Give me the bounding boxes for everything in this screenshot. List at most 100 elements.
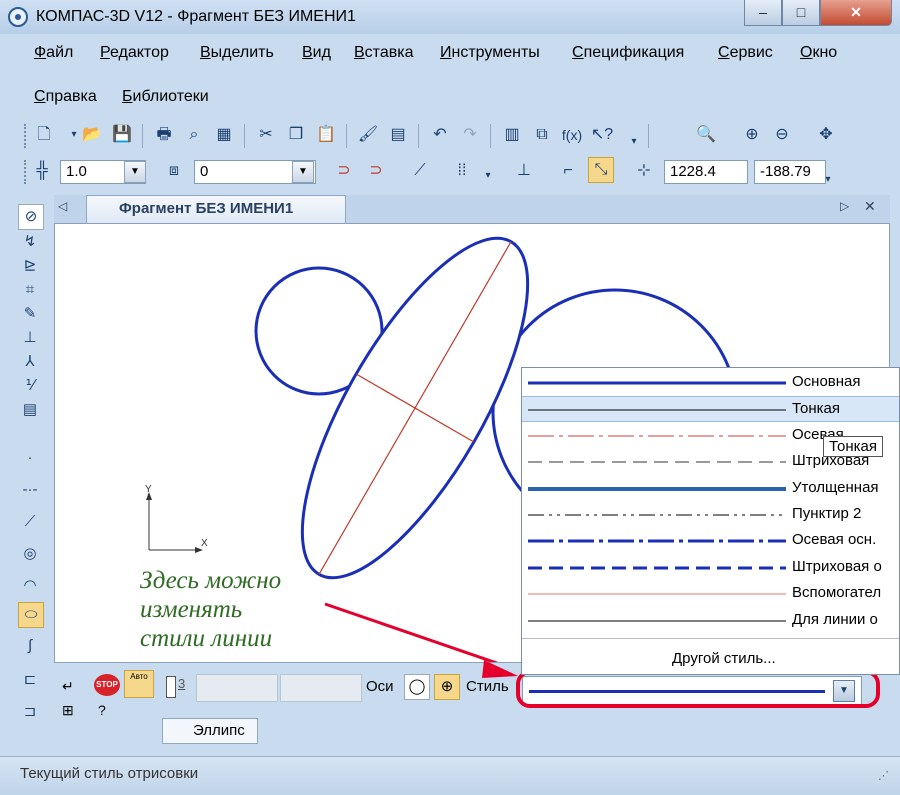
ortho-icon[interactable]: ⟋ xyxy=(408,159,432,183)
arc-tool-icon[interactable]: ◠ xyxy=(18,574,42,598)
help-pointer-icon[interactable]: ↖? xyxy=(590,123,614,147)
document-manager-icon[interactable]: ▦ xyxy=(212,123,236,147)
menu-window[interactable]: Окно xyxy=(800,44,837,62)
dimensions-panel-icon[interactable]: ↯ xyxy=(18,230,42,254)
cursor-step-icon[interactable]: ╬ xyxy=(30,159,54,183)
zoom-out-icon[interactable]: ⊖ xyxy=(770,123,794,147)
tab-fragment[interactable]: Фрагмент БЕЗ ИМЕНИ1 xyxy=(86,195,346,223)
menu-specification[interactable]: Спецификация xyxy=(572,44,684,62)
measure-panel-icon[interactable]: ⊥ xyxy=(18,326,42,350)
function-icon[interactable]: f(x) xyxy=(560,123,584,147)
grid-dropdown-icon[interactable]: ▾ xyxy=(476,164,500,188)
coord-x-field[interactable]: 1228.4 xyxy=(664,160,748,184)
save-icon[interactable]: 💾 xyxy=(110,123,134,147)
print-icon[interactable]: 🖶 xyxy=(152,123,176,147)
local-snap-icon[interactable]: ⊃ xyxy=(364,159,388,183)
toolbar-grip[interactable] xyxy=(24,124,29,148)
spline-tool-icon[interactable]: ∫ xyxy=(18,634,42,658)
menu-service[interactable]: Сервис xyxy=(718,44,773,62)
ellipse-tool-icon[interactable]: ⬭ xyxy=(18,602,44,628)
resize-grip-icon[interactable]: ⋰ xyxy=(878,769,889,782)
editing-panel-icon[interactable]: ⌗ xyxy=(18,278,42,302)
coordinate-origin xyxy=(146,492,203,553)
style-option[interactable]: Вспомогател xyxy=(522,581,899,607)
layers-icon[interactable]: ⧈ xyxy=(162,159,186,183)
paste-icon[interactable]: 📋 xyxy=(314,123,338,147)
library-icon[interactable]: ▤ xyxy=(386,123,410,147)
geometry-panel-icon[interactable]: ⊘ xyxy=(18,204,44,230)
dropdown-divider xyxy=(522,638,899,639)
style-option[interactable]: Осевая осн. xyxy=(522,528,899,554)
toolbar-grip[interactable] xyxy=(24,160,29,184)
print-preview-icon[interactable]: ⌕ xyxy=(182,123,206,147)
maximize-button[interactable]: □ xyxy=(782,0,820,26)
center-x-field[interactable] xyxy=(196,674,278,702)
manager-icon[interactable]: ▥ xyxy=(500,123,524,147)
new-document-icon[interactable]: 🗋 xyxy=(32,123,56,147)
tab-close-icon[interactable]: ✕ xyxy=(864,198,876,215)
auxiliary-line-icon[interactable]: -·- xyxy=(18,478,42,502)
style-option[interactable]: Пунктир 2 xyxy=(522,502,899,528)
properties-brush-icon[interactable]: 🖌 xyxy=(356,123,380,147)
axes-on-icon[interactable]: ⊕ xyxy=(434,674,460,700)
menu-file[interactable]: Файл xyxy=(34,44,73,62)
style-option[interactable]: Для линии о xyxy=(522,608,899,634)
designations-panel-icon[interactable]: ⊵ xyxy=(18,254,42,278)
axis-x-label: X xyxy=(201,538,208,549)
kompas-app-icon[interactable] xyxy=(8,7,28,27)
style-option[interactable]: Утолщенная xyxy=(522,476,899,502)
redo-icon[interactable]: ↷ xyxy=(458,123,482,147)
local-cs-icon[interactable]: ⊥ xyxy=(512,159,536,183)
point-tool-icon[interactable]: · xyxy=(18,446,42,470)
menu-view[interactable]: Вид xyxy=(302,44,331,62)
coordinates-icon[interactable]: ⊹ xyxy=(632,159,656,183)
help-icon[interactable]: ? xyxy=(98,702,106,718)
menu-insert[interactable]: Вставка xyxy=(354,44,413,62)
round-icon[interactable]: ⤡ xyxy=(588,157,614,183)
close-button[interactable]: ✕ xyxy=(820,0,892,26)
selection-panel-icon[interactable]: ⅄ xyxy=(18,350,42,374)
minimize-button[interactable]: – xyxy=(744,0,782,26)
circle-tool-icon[interactable]: ◎ xyxy=(18,542,42,566)
other-style-option[interactable]: Другой стиль... xyxy=(672,650,776,667)
style-option[interactable]: Штриховая о xyxy=(522,555,899,581)
menu-libraries[interactable]: Библиотеки xyxy=(122,88,209,106)
variables-icon[interactable]: ⧉ xyxy=(530,123,554,147)
segment-tool-icon[interactable]: ⟋ xyxy=(18,510,42,534)
pin-icon[interactable]: ↵ xyxy=(62,678,74,695)
grid-view-icon[interactable]: ⊞ xyxy=(62,702,74,719)
style-option[interactable]: Основная xyxy=(522,370,899,396)
snap-magnet-icon[interactable]: ⊃ xyxy=(332,159,356,183)
menu-select[interactable]: Выделить xyxy=(200,44,274,62)
tab-scroll-right-icon[interactable]: ▷ xyxy=(840,199,849,213)
contour-tool-icon[interactable]: ⊐ xyxy=(18,700,42,724)
parametrization-panel-icon[interactable]: ✎ xyxy=(18,302,42,326)
center-y-field[interactable] xyxy=(280,674,362,702)
polyline-tool-icon[interactable]: ⊏ xyxy=(18,668,42,692)
open-folder-icon[interactable]: 📂 xyxy=(80,123,104,147)
pan-icon[interactable]: ✥ xyxy=(814,123,838,147)
menu-tools[interactable]: Инструменты xyxy=(440,44,540,62)
toolbar-more-icon[interactable]: ▾ xyxy=(622,130,646,154)
menu-help[interactable]: Справка xyxy=(34,88,97,106)
style-option[interactable]: Тонкая xyxy=(522,396,899,423)
step-dropdown-button[interactable]: ▼ xyxy=(124,161,146,183)
undo-icon[interactable]: ↶ xyxy=(428,123,452,147)
menu-edit[interactable]: Редактор xyxy=(100,44,169,62)
step-mode-icon[interactable]: ⌐ xyxy=(556,159,580,183)
layer-dropdown-button[interactable]: ▼ xyxy=(292,161,314,183)
axes-off-icon[interactable]: ◯ xyxy=(404,674,430,700)
zoom-in-icon[interactable]: ⊕ xyxy=(740,123,764,147)
point-marker-icon[interactable] xyxy=(166,676,176,698)
tab-ellipse[interactable]: Эллипс xyxy=(162,718,258,744)
cut-icon[interactable]: ✂ xyxy=(254,123,278,147)
toolbar-more-icon[interactable]: ▾ xyxy=(816,168,840,192)
associative-view-icon[interactable]: ⅟ xyxy=(18,374,42,398)
zoom-window-icon[interactable]: 🔍 xyxy=(694,123,718,147)
stop-icon[interactable]: STOP xyxy=(94,674,120,696)
auto-create-icon[interactable]: Авто xyxy=(124,670,154,698)
spec-panel-icon[interactable]: ▤ xyxy=(18,398,42,422)
tab-scroll-left-icon[interactable]: ◁ xyxy=(58,199,67,213)
copy-icon[interactable]: ❐ xyxy=(284,123,308,147)
grid-icon[interactable]: ⁞⁞ xyxy=(450,159,474,183)
